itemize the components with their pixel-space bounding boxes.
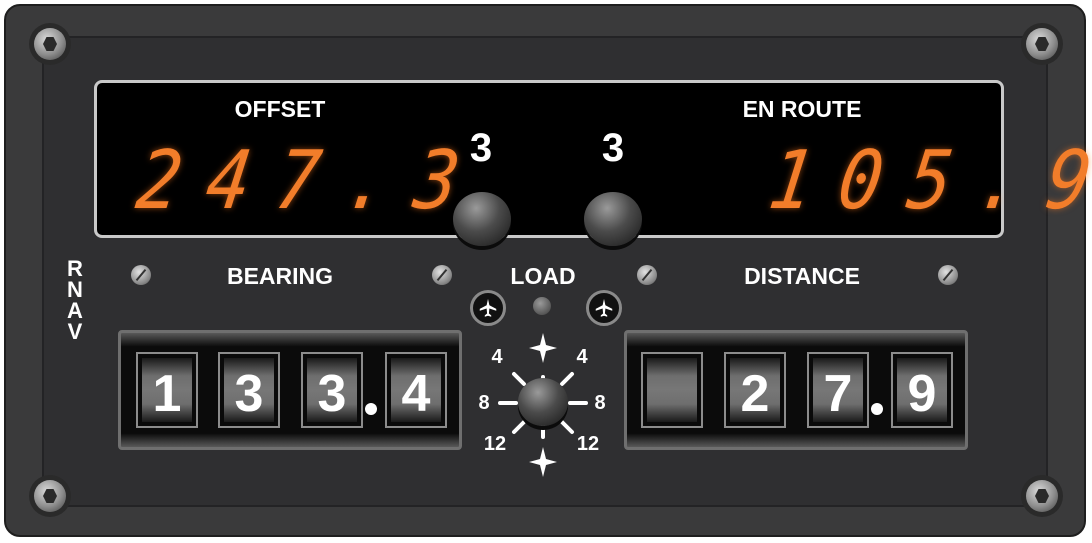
- offset-label: OFFSET: [234, 96, 326, 122]
- rnav-label: R N A V: [60, 256, 90, 344]
- corner-screw-icon: [1026, 28, 1058, 60]
- bearing-digit: 4: [385, 352, 447, 428]
- distance-digit: [641, 352, 703, 428]
- corner-screw-icon: [34, 28, 66, 60]
- bearing-digit: 1: [136, 352, 198, 428]
- airplane-icon: [595, 298, 613, 317]
- screw-icon: [637, 265, 657, 285]
- rnav-letter: R: [67, 256, 83, 281]
- distance-digit: 9: [891, 352, 953, 428]
- distance-decimal-point: [871, 403, 883, 415]
- enroute-label: EN ROUTE: [742, 96, 862, 122]
- range-label: 8: [478, 392, 490, 414]
- right-select-knob[interactable]: [584, 192, 642, 246]
- load-right-button[interactable]: [586, 290, 622, 326]
- airplane-icon: [479, 298, 497, 317]
- load-label: LOAD: [510, 263, 576, 289]
- left-knob-value: 3: [469, 126, 493, 170]
- load-indicator-light: [533, 297, 551, 315]
- screw-icon: [131, 265, 151, 285]
- star-icon: [529, 447, 557, 477]
- rnav-letter: V: [67, 319, 83, 344]
- rnav-letter: A: [67, 298, 83, 323]
- bearing-decimal-point: [365, 403, 377, 415]
- screw-icon: [938, 265, 958, 285]
- star-icon: [529, 333, 557, 363]
- distance-label: DISTANCE: [744, 263, 860, 289]
- range-label: 4: [576, 346, 588, 368]
- range-label: 12: [576, 433, 600, 455]
- range-label: 12: [483, 433, 507, 455]
- corner-screw-icon: [1026, 480, 1058, 512]
- enroute-value: 105.9: [763, 132, 1092, 228]
- left-select-knob[interactable]: [453, 192, 511, 246]
- screw-icon: [432, 265, 452, 285]
- range-selector-knob[interactable]: [518, 378, 568, 426]
- right-knob-value: 3: [601, 126, 625, 170]
- range-label: 4: [491, 346, 503, 368]
- bearing-digit: 3: [218, 352, 280, 428]
- distance-digit: 7: [807, 352, 869, 428]
- load-left-button[interactable]: [470, 290, 506, 326]
- corner-screw-icon: [34, 480, 66, 512]
- rnav-letter: N: [67, 277, 83, 302]
- offset-value: 247.3: [131, 132, 492, 228]
- bearing-digit: 3: [301, 352, 363, 428]
- range-label: 8: [594, 392, 606, 414]
- distance-digit: 2: [724, 352, 786, 428]
- bearing-label: BEARING: [226, 263, 334, 289]
